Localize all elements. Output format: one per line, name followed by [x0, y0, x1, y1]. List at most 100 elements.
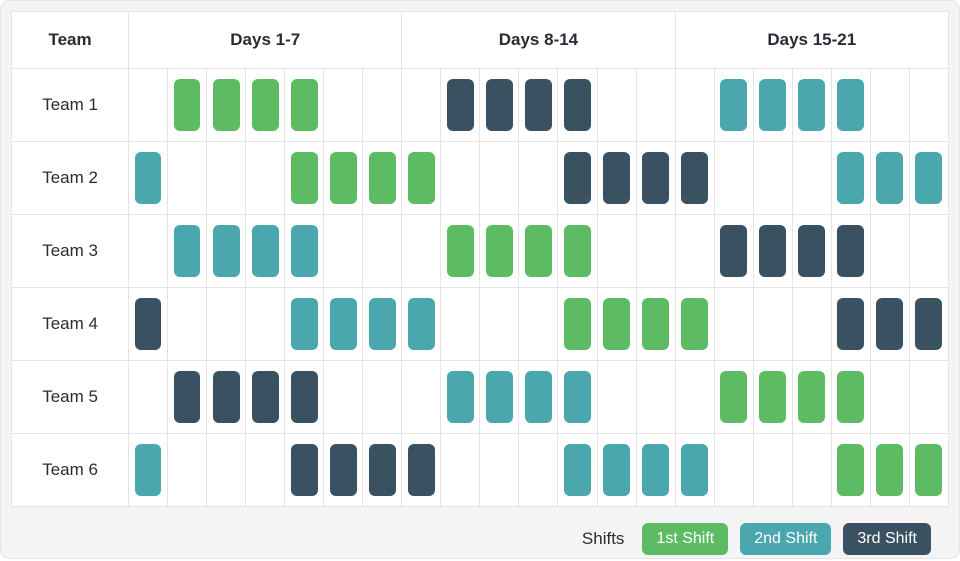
day-off	[915, 79, 942, 131]
day-cell	[324, 434, 363, 507]
day-cell	[714, 142, 753, 215]
day-cell	[324, 288, 363, 361]
shift1-pill	[174, 79, 201, 131]
shift1-pill	[408, 152, 435, 204]
shift2-pill	[720, 79, 747, 131]
day-cell	[558, 142, 597, 215]
day-off	[798, 444, 825, 496]
shift1-pill	[759, 371, 786, 423]
shift2-pill	[252, 225, 279, 277]
col-week3: Days 15-21	[675, 12, 948, 69]
day-cell	[792, 361, 831, 434]
day-cell	[909, 361, 948, 434]
shift2-pill	[915, 152, 942, 204]
shift3-pill	[447, 79, 474, 131]
day-cell	[714, 434, 753, 507]
day-off	[252, 152, 279, 204]
day-cell	[714, 215, 753, 288]
shift1-pill	[915, 444, 942, 496]
day-off	[876, 79, 903, 131]
shift3-pill	[252, 371, 279, 423]
shift1-pill	[876, 444, 903, 496]
day-cell	[636, 69, 675, 142]
shift2-pill	[135, 444, 162, 496]
shift1-pill	[291, 152, 318, 204]
shift3-pill	[681, 152, 708, 204]
day-off	[369, 79, 396, 131]
day-cell	[246, 288, 285, 361]
shift1-pill	[798, 371, 825, 423]
day-cell	[558, 288, 597, 361]
day-off	[408, 371, 435, 423]
day-cell	[480, 215, 519, 288]
day-off	[330, 371, 357, 423]
shift1-pill	[681, 298, 708, 350]
day-cell	[207, 288, 246, 361]
day-cell	[831, 361, 870, 434]
shift2-pill	[486, 371, 513, 423]
day-cell	[753, 288, 792, 361]
day-off	[525, 444, 552, 496]
day-cell	[792, 142, 831, 215]
day-off	[681, 371, 708, 423]
shift3-pill	[837, 225, 864, 277]
day-cell	[909, 142, 948, 215]
day-off	[447, 444, 474, 496]
day-cell	[675, 215, 714, 288]
day-cell	[246, 434, 285, 507]
day-cell	[324, 142, 363, 215]
row-team-name: Team 2	[12, 142, 129, 215]
day-cell	[168, 361, 207, 434]
shift2-pill	[174, 225, 201, 277]
day-cell	[324, 361, 363, 434]
day-cell	[519, 434, 558, 507]
day-off	[135, 371, 162, 423]
shift1-pill	[330, 152, 357, 204]
day-cell	[363, 361, 402, 434]
day-cell	[480, 142, 519, 215]
day-off	[486, 298, 513, 350]
shift2-pill	[369, 298, 396, 350]
shift3-pill	[564, 79, 591, 131]
day-cell	[129, 69, 168, 142]
shift3-pill	[837, 298, 864, 350]
day-cell	[792, 434, 831, 507]
day-cell	[714, 69, 753, 142]
shift1-pill	[564, 298, 591, 350]
day-cell	[597, 434, 636, 507]
day-off	[603, 371, 630, 423]
shift1-pill	[447, 225, 474, 277]
day-off	[213, 152, 240, 204]
col-week2: Days 8-14	[402, 12, 675, 69]
day-off	[174, 298, 201, 350]
day-cell	[753, 215, 792, 288]
row-team-name: Team 3	[12, 215, 129, 288]
day-cell	[480, 69, 519, 142]
day-off	[759, 298, 786, 350]
shift3-pill	[642, 152, 669, 204]
col-team: Team	[12, 12, 129, 69]
day-off	[369, 225, 396, 277]
day-cell	[870, 361, 909, 434]
day-off	[174, 444, 201, 496]
day-cell	[402, 69, 441, 142]
day-cell	[168, 288, 207, 361]
day-cell	[285, 361, 324, 434]
shift2-pill	[642, 444, 669, 496]
day-cell	[129, 434, 168, 507]
day-cell	[285, 142, 324, 215]
day-off	[252, 298, 279, 350]
day-off	[486, 444, 513, 496]
day-cell	[168, 142, 207, 215]
day-cell	[519, 215, 558, 288]
day-cell	[207, 142, 246, 215]
day-cell	[363, 69, 402, 142]
day-cell	[246, 361, 285, 434]
day-cell	[285, 288, 324, 361]
day-cell	[831, 434, 870, 507]
day-cell	[831, 69, 870, 142]
day-cell	[870, 215, 909, 288]
day-cell	[597, 215, 636, 288]
shift3-pill	[798, 225, 825, 277]
shift2-pill	[759, 79, 786, 131]
